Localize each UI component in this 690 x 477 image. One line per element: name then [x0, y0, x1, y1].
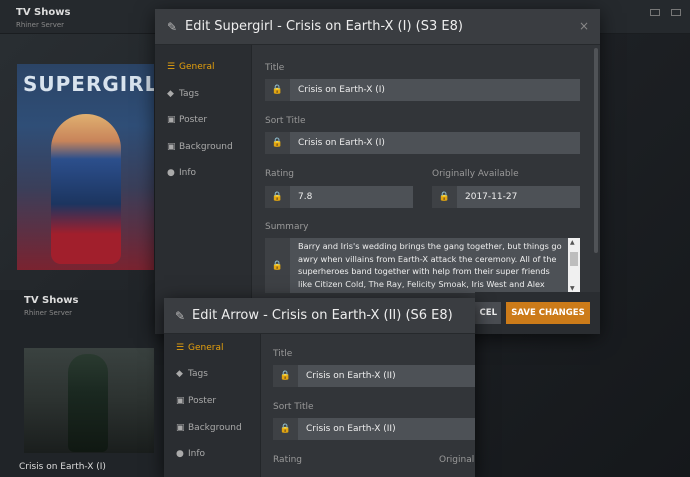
image-icon: ▣ [176, 396, 185, 406]
close-icon[interactable]: × [579, 19, 589, 33]
title-value: Crisis on Earth-X (I) [298, 85, 385, 95]
nav-general[interactable]: ☰ General [167, 62, 214, 72]
nav-label: Background [179, 142, 233, 152]
thumbnail-figure [68, 354, 108, 452]
lock-icon[interactable]: 🔒 [265, 186, 290, 208]
nav-label: Poster [179, 115, 208, 125]
nav-label: Tags [188, 369, 208, 379]
arrow-thumbnail[interactable] [24, 348, 154, 453]
info-icon: ● [176, 449, 184, 459]
summary-value: Barry and Iris's wedding brings the gang… [298, 241, 562, 289]
rating-field[interactable]: 🔒 7.8 [265, 186, 413, 208]
originally-available-value: 2017-11-27 [465, 192, 518, 202]
sort-title-value: Crisis on Earth-X (II) [306, 424, 396, 434]
modal-sidebar: ☰ General ◆ Tags ▣ Poster ▣ Background ●… [164, 334, 261, 477]
sort-title-field[interactable]: 🔒 Crisis on Earth-X (I) [265, 132, 580, 154]
second-app-title: TV Shows [24, 295, 79, 306]
originally-label: Originally [439, 455, 475, 465]
list-icon: ☰ [167, 62, 176, 72]
scroll-down-icon[interactable]: ▼ [570, 285, 575, 292]
modal-header: ✎ Edit Arrow - Crisis on Earth-X (II) (S… [164, 298, 475, 334]
title-label: Title [273, 349, 293, 359]
nav-label: Poster [188, 396, 217, 406]
image-icon: ▣ [176, 423, 185, 433]
rating-label: Rating [265, 169, 295, 179]
nav-label: Info [179, 168, 197, 178]
nav-label: General [188, 343, 224, 353]
nav-background[interactable]: ▣ Background [167, 142, 233, 152]
nav-label: Info [188, 449, 206, 459]
lock-icon[interactable]: 🔒 [432, 186, 457, 208]
scroll-up-icon[interactable]: ▲ [570, 239, 575, 246]
sort-title-value: Crisis on Earth-X (I) [298, 138, 385, 148]
nav-tags[interactable]: ◆ Tags [176, 369, 208, 379]
rating-value: 7.8 [298, 192, 313, 202]
lock-icon[interactable]: 🔒 [273, 365, 298, 387]
nav-tags[interactable]: ◆ Tags [167, 89, 199, 99]
nav-label: General [179, 62, 215, 72]
scrollbar-thumb[interactable] [570, 252, 578, 266]
nav-info[interactable]: ● Info [176, 449, 205, 459]
nav-label: Background [188, 423, 242, 433]
nav-label: Tags [179, 89, 199, 99]
pencil-icon: ✎ [175, 309, 186, 323]
lock-icon[interactable]: 🔒 [265, 238, 290, 293]
modal-sidebar: ☰ General ◆ Tags ▣ Poster ▣ Background ●… [155, 45, 252, 334]
title-field[interactable]: 🔒 Crisis on Earth-X (I) [265, 79, 580, 101]
summary-label: Summary [265, 222, 309, 232]
originally-available-field[interactable]: 🔒 2017-11-27 [432, 186, 580, 208]
poster-figure [51, 114, 121, 264]
title-field[interactable]: 🔒 Crisis on Earth-X (II) [273, 365, 475, 387]
title-label: Title [265, 63, 285, 73]
app-title: TV Shows [16, 7, 71, 18]
supergirl-poster[interactable]: SUPERGIRL [17, 64, 154, 270]
tag-icon: ◆ [167, 89, 174, 99]
modal-title: Edit Supergirl - Crisis on Earth-X (I) (… [185, 19, 463, 34]
modal-header: ✎ Edit Supergirl - Crisis on Earth-X (I)… [155, 9, 600, 45]
sort-title-label: Sort Title [265, 116, 306, 126]
modal-content: Title 🔒 Crisis on Earth-X (II) Sort Titl… [261, 334, 475, 477]
image-icon: ▣ [167, 115, 176, 125]
nav-background[interactable]: ▣ Background [176, 423, 242, 433]
summary-field[interactable]: 🔒 Barry and Iris's wedding brings the ga… [265, 238, 580, 293]
image-icon: ▣ [167, 142, 176, 152]
sort-title-field[interactable]: 🔒 Crisis on Earth-X (II) [273, 418, 475, 440]
app-subtitle: Rhiner Server [16, 21, 65, 29]
originally-available-label: Originally Available [432, 169, 519, 179]
episode-caption[interactable]: Crisis on Earth-X (I) [19, 462, 106, 472]
rating-label: Rating [273, 455, 303, 465]
nav-info[interactable]: ● Info [167, 168, 196, 178]
modal-scrollbar[interactable] [594, 48, 598, 253]
title-value: Crisis on Earth-X (II) [306, 371, 396, 381]
second-app-subtitle: Rhiner Server [24, 309, 73, 317]
lock-icon[interactable]: 🔒 [265, 132, 290, 154]
summary-scrollbar[interactable]: ▲ ▼ [568, 238, 580, 293]
sort-title-label: Sort Title [273, 402, 314, 412]
save-changes-button[interactable]: SAVE CHANGES [506, 302, 590, 324]
nav-general[interactable]: ☰ General [176, 343, 223, 353]
tag-icon: ◆ [176, 369, 183, 379]
list-icon: ☰ [176, 343, 185, 353]
lock-icon[interactable]: 🔒 [273, 418, 298, 440]
screen-icon[interactable] [671, 9, 681, 16]
pencil-icon: ✎ [167, 20, 178, 34]
info-icon: ● [167, 168, 175, 178]
edit-arrow-modal: ✎ Edit Arrow - Crisis on Earth-X (II) (S… [164, 298, 475, 477]
nav-poster[interactable]: ▣ Poster [167, 115, 207, 125]
nav-poster[interactable]: ▣ Poster [176, 396, 216, 406]
modal-title: Edit Arrow - Crisis on Earth-X (II) (S6 … [192, 308, 453, 323]
poster-title: SUPERGIRL [23, 72, 154, 96]
cast-icon[interactable] [650, 9, 660, 16]
lock-icon[interactable]: 🔒 [265, 79, 290, 101]
